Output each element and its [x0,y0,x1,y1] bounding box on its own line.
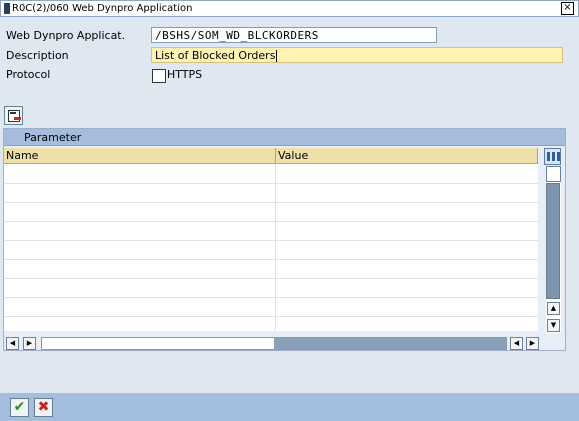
footer-bar: ✔ ✖ [0,393,579,421]
vertical-scrollbar[interactable]: ▲ ▼ [546,166,561,333]
checkmark-icon: ✔ [13,399,26,415]
column-header-value[interactable]: Value [276,148,538,164]
app-icon [4,3,10,14]
window-title: R0C(2)/060 Web Dynpro Application [12,3,193,14]
cell-separator [275,184,276,203]
cell-separator [275,203,276,222]
parameter-panel-title: Parameter [24,131,82,144]
text-caret [276,50,278,62]
scroll-thumb-top[interactable] [546,166,561,182]
parameter-panel: Parameter Name Value ▲ ▼ ◀ ▶ ◀ ▶ [3,128,566,351]
edit-table-icon-line [10,112,16,114]
column-settings-icon-bar [552,152,555,161]
cell-separator [275,165,276,184]
horizontal-scroll-track[interactable] [41,337,507,350]
table-row[interactable] [4,279,538,298]
protocol-label: Protocol [6,68,51,81]
parameter-table: Name Value [4,148,538,331]
scroll-right-button[interactable]: ▶ [526,337,539,350]
cell-separator [275,317,276,331]
table-row[interactable] [4,260,538,279]
table-row[interactable] [4,298,538,317]
table-row[interactable] [4,184,538,203]
https-checkbox[interactable] [152,69,166,83]
cancel-x-icon: ✖ [37,399,50,415]
scroll-up-button[interactable]: ▲ [547,302,560,315]
column-settings-button[interactable] [544,148,561,165]
app-name-field[interactable]: /BSHS/SOM_WD_BLCKORDERS [151,27,437,43]
scroll-left-button[interactable]: ◀ [510,337,523,350]
edit-table-button[interactable] [4,106,23,125]
title-bar: R0C(2)/060 Web Dynpro Application × [0,0,579,17]
cell-separator [275,298,276,317]
column-settings-icon-bar [557,152,560,161]
horizontal-scrollbar[interactable]: ◀ ▶ ◀ ▶ [4,336,542,351]
column-header-name[interactable]: Name [4,148,276,164]
app-label: Web Dynpro Applicat. [6,29,126,42]
cancel-button[interactable]: ✖ [34,398,53,417]
description-value: List of Blocked Orders [155,49,276,62]
first-column-button[interactable]: ◀ [6,337,19,350]
table-row[interactable] [4,222,538,241]
cell-separator [275,279,276,298]
edit-table-icon-mark [14,117,21,120]
ok-button[interactable]: ✔ [10,398,29,417]
parameter-panel-header: Parameter [4,129,565,146]
table-row[interactable] [4,165,538,184]
table-row[interactable] [4,203,538,222]
close-button[interactable]: × [561,2,574,15]
horizontal-scroll-thumb[interactable] [274,338,506,349]
scroll-down-button[interactable]: ▼ [547,319,560,332]
description-label: Description [6,49,69,62]
table-row[interactable] [4,241,538,260]
description-field[interactable]: List of Blocked Orders [151,47,563,63]
table-row[interactable] [4,317,538,331]
https-label: HTTPS [167,68,203,81]
column-settings-icon [547,152,550,161]
scroll-right-start-button[interactable]: ▶ [23,337,36,350]
cell-separator [275,260,276,279]
cell-separator [275,222,276,241]
cell-separator [275,241,276,260]
vertical-scroll-track[interactable] [546,183,560,299]
